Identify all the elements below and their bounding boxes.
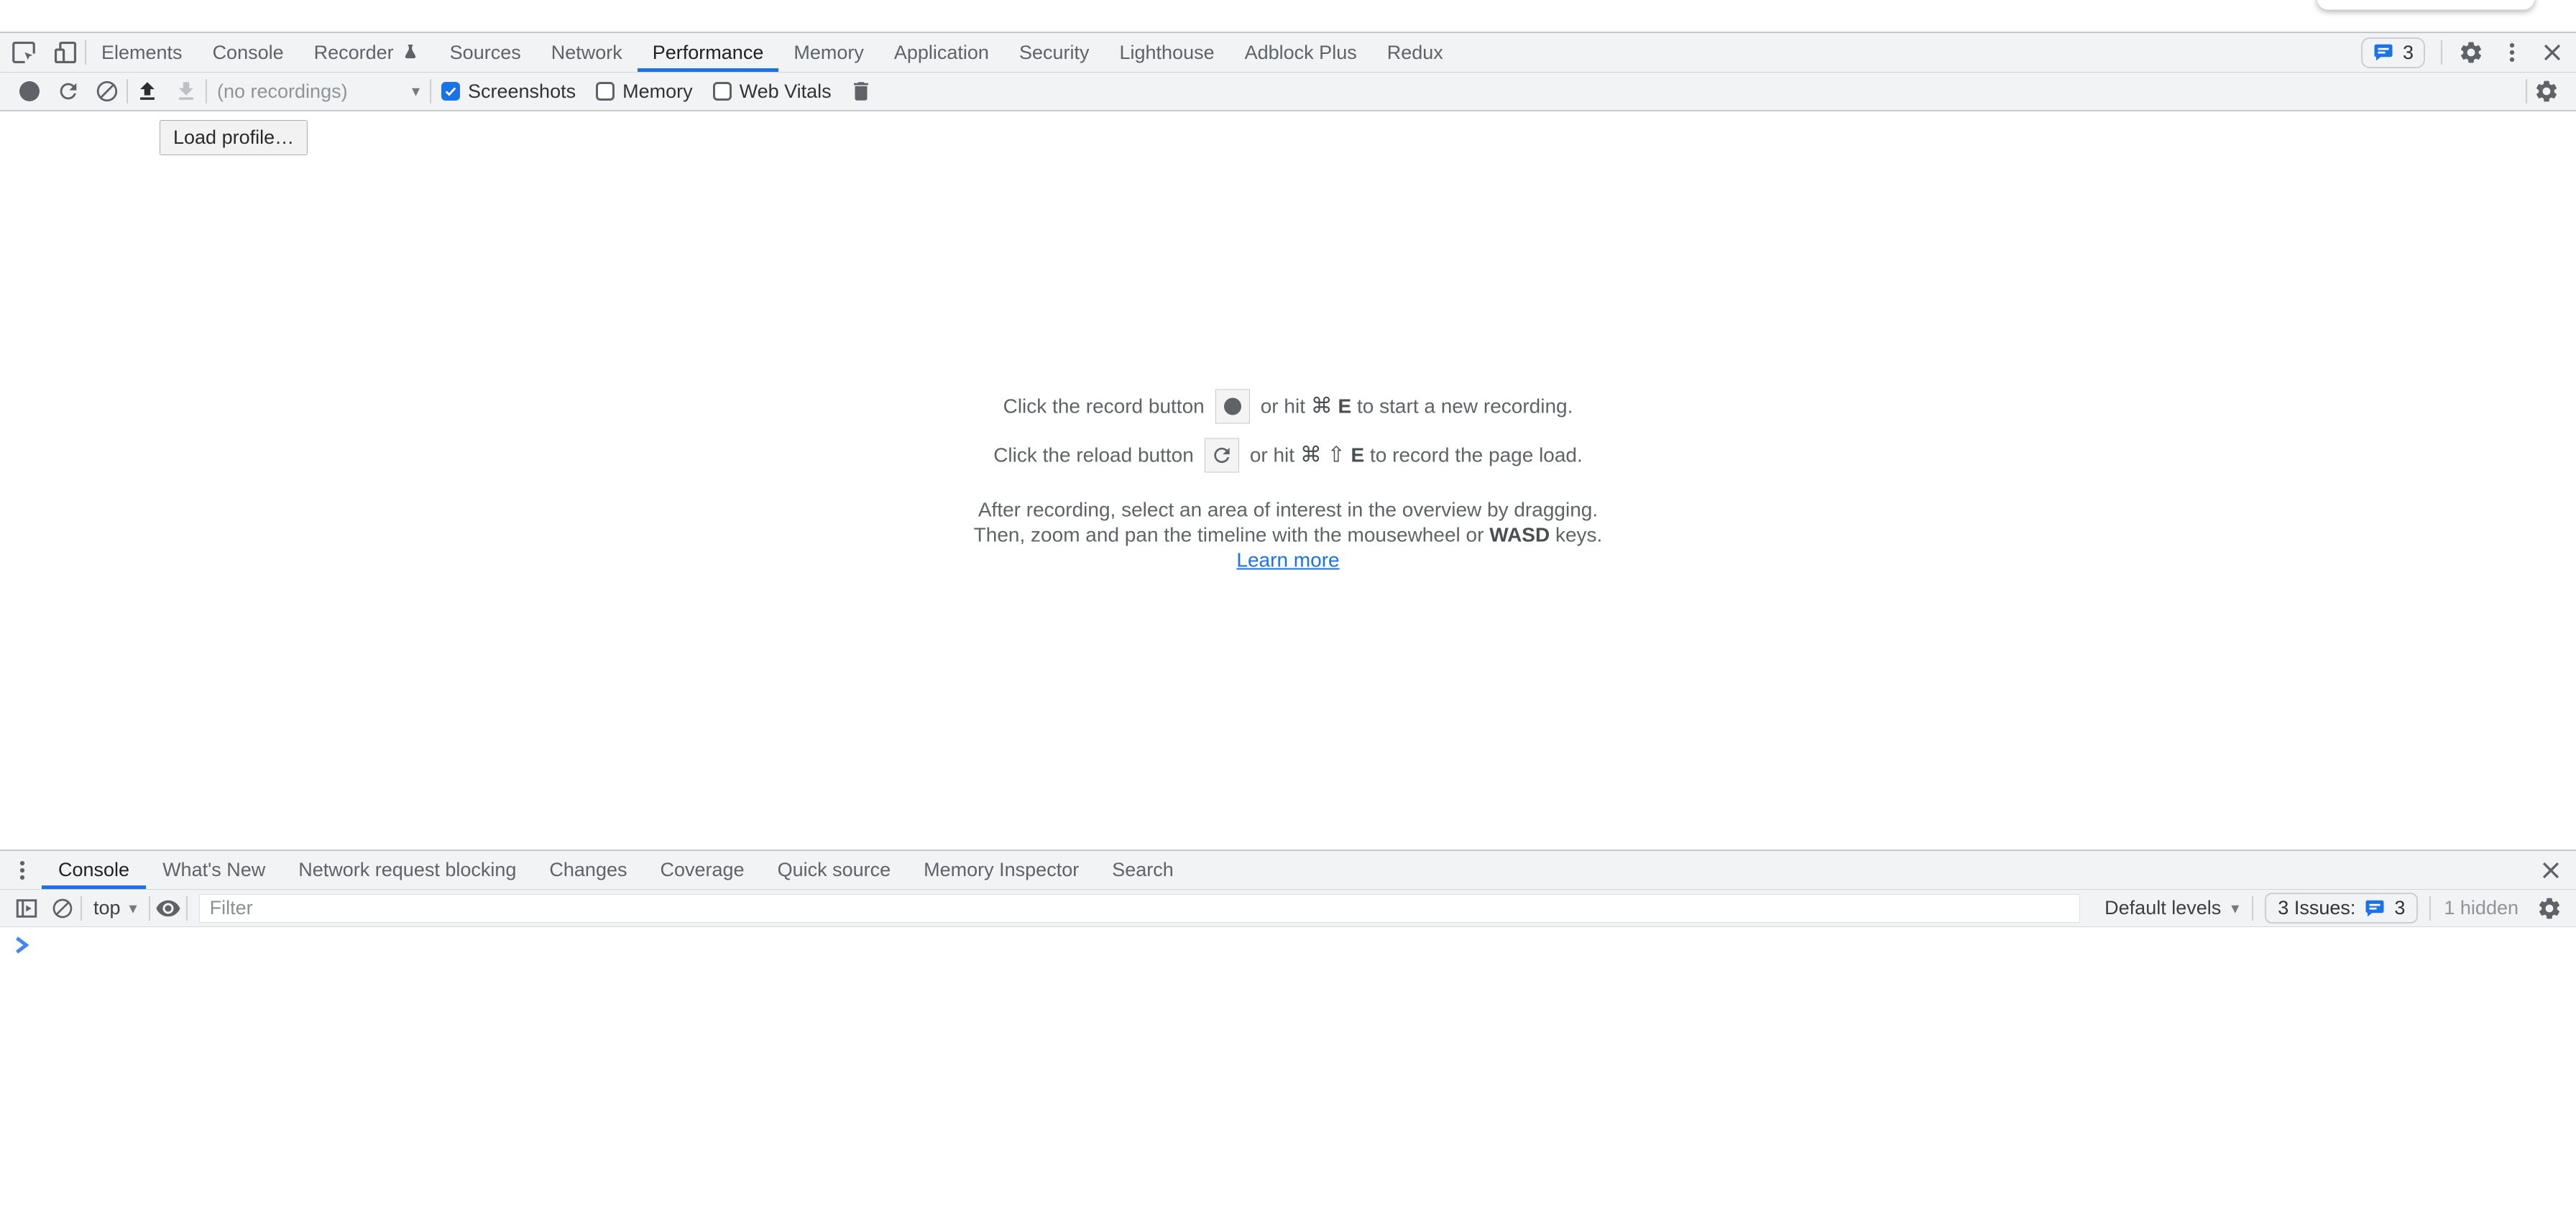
tab-redux[interactable]: Redux <box>1372 33 1458 72</box>
clear-recording-icon[interactable] <box>88 79 126 103</box>
after-recording-hint: After recording, select an area of inter… <box>957 497 1619 572</box>
experiment-flask-icon <box>401 43 420 62</box>
memory-checkbox[interactable] <box>596 82 615 101</box>
drawer-menu-icon[interactable] <box>0 851 42 889</box>
performance-panel-body: Load profile… Click the record button or… <box>0 111 2576 850</box>
capture-settings-gear-icon[interactable] <box>2527 78 2566 104</box>
drawer-tab-memory-inspector[interactable]: Memory Inspector <box>907 851 1095 889</box>
drawer-tab-console[interactable]: Console <box>42 851 146 889</box>
device-toolbar-icon[interactable] <box>52 39 79 66</box>
issues-count: 3 <box>2394 897 2405 919</box>
record-button[interactable] <box>10 81 49 101</box>
console-output-area[interactable] <box>0 927 2576 1206</box>
issues-counter-button[interactable]: 3 <box>2361 37 2425 68</box>
tab-recorder[interactable]: Recorder <box>299 33 435 72</box>
recordings-dropdown[interactable]: (no recordings) ▾ <box>207 80 430 103</box>
issues-message-icon <box>2364 898 2386 919</box>
record-icon <box>1224 397 1241 415</box>
chevron-down-icon: ▾ <box>412 82 420 101</box>
live-expression-eye-icon[interactable] <box>150 896 186 921</box>
screenshots-checkbox[interactable] <box>441 82 460 101</box>
performance-toolbar: (no recordings) ▾ Screenshots Memory Web… <box>0 73 2576 111</box>
memory-checkbox-group[interactable]: Memory <box>596 80 693 103</box>
console-toolbar: top ▾ Default levels ▾ 3 Issues: 3 <box>0 890 2576 927</box>
record-icon <box>19 81 40 101</box>
drawer-tabbar: Console What's New Network request block… <box>0 851 2576 890</box>
chevron-down-icon: ▾ <box>129 899 137 918</box>
log-levels-dropdown[interactable]: Default levels ▾ <box>2092 897 2252 919</box>
chevron-down-icon: ▾ <box>2231 899 2239 918</box>
separator <box>186 896 188 921</box>
web-vitals-checkbox-group[interactable]: Web Vitals <box>713 80 832 103</box>
tab-sources[interactable]: Sources <box>435 33 536 72</box>
drawer-tab-search[interactable]: Search <box>1095 851 1190 889</box>
drawer-close-icon[interactable] <box>2539 851 2576 889</box>
tab-elements[interactable]: Elements <box>86 33 198 72</box>
clear-console-icon[interactable] <box>45 897 80 920</box>
javascript-context-dropdown[interactable]: top ▾ <box>82 897 149 919</box>
issues-message-icon <box>2373 42 2394 63</box>
tab-network[interactable]: Network <box>536 33 638 72</box>
drawer-tab-quick-source[interactable]: Quick source <box>761 851 908 889</box>
shift-key-glyph: ⇧ <box>1328 443 1346 467</box>
empty-state-instructions: Click the record button or hit ⌘ E to st… <box>957 389 1619 572</box>
tab-adblock-plus[interactable]: Adblock Plus <box>1230 33 1372 72</box>
save-profile-icon <box>167 79 206 103</box>
tab-memory[interactable]: Memory <box>778 33 879 72</box>
drawer-tab-changes[interactable]: Changes <box>533 851 643 889</box>
garbage-collect-icon[interactable] <box>842 79 880 103</box>
reload-hint-line: Click the reload button or hit ⌘ ⇧ E to … <box>993 438 1583 472</box>
tab-console[interactable]: Console <box>198 33 299 72</box>
tab-lighthouse[interactable]: Lighthouse <box>1105 33 1230 72</box>
hidden-messages-count: 1 hidden <box>2444 897 2518 919</box>
tab-application[interactable]: Application <box>879 33 1004 72</box>
drawer: Console What's New Network request block… <box>0 850 2576 1206</box>
drawer-tab-network-request-blocking[interactable]: Network request blocking <box>282 851 533 889</box>
separator <box>430 79 431 103</box>
separator <box>2252 896 2253 921</box>
inspect-element-icon[interactable] <box>10 39 37 66</box>
load-profile-tooltip: Load profile… <box>160 120 308 155</box>
panel-tabs: Elements Console Recorder Sources Networ… <box>86 33 1458 72</box>
web-vitals-checkbox[interactable] <box>713 82 732 101</box>
tab-security[interactable]: Security <box>1004 33 1105 72</box>
load-profile-icon[interactable] <box>128 79 167 103</box>
drawer-tab-coverage[interactable]: Coverage <box>644 851 761 889</box>
console-issues-button[interactable]: 3 Issues: 3 <box>2265 893 2418 924</box>
active-tab-underline <box>42 885 146 889</box>
screenshots-checkbox-group[interactable]: Screenshots <box>441 80 576 103</box>
console-settings-gear-icon[interactable] <box>2531 896 2567 921</box>
cmd-key-glyph: ⌘ <box>1311 395 1333 418</box>
close-devtools-icon[interactable] <box>2540 40 2564 65</box>
inline-record-button[interactable] <box>1215 389 1250 423</box>
drawer-tab-whats-new[interactable]: What's New <box>146 851 282 889</box>
active-tab-underline <box>638 68 779 72</box>
record-and-reload-button[interactable] <box>49 79 88 103</box>
cmd-key-glyph: ⌘ <box>1300 443 1322 467</box>
console-filter-input[interactable] <box>199 894 2081 923</box>
separator <box>2429 896 2431 921</box>
more-options-icon[interactable] <box>2500 40 2524 65</box>
tab-performance[interactable]: Performance <box>638 33 779 72</box>
learn-more-link[interactable]: Learn more <box>1236 548 1339 571</box>
browser-chrome-strip <box>0 0 2576 32</box>
inline-reload-button[interactable] <box>1205 438 1239 472</box>
console-prompt-chevron-icon <box>13 936 30 954</box>
issues-count: 3 <box>2403 42 2414 64</box>
settings-gear-icon[interactable] <box>2458 40 2484 65</box>
separator <box>2441 40 2442 65</box>
console-sidebar-toggle-icon[interactable] <box>9 896 45 921</box>
devtools-tabbar: Elements Console Recorder Sources Networ… <box>0 32 2576 73</box>
record-hint-line: Click the record button or hit ⌘ E to st… <box>1003 389 1573 423</box>
browser-popup-fragment <box>2317 0 2535 10</box>
